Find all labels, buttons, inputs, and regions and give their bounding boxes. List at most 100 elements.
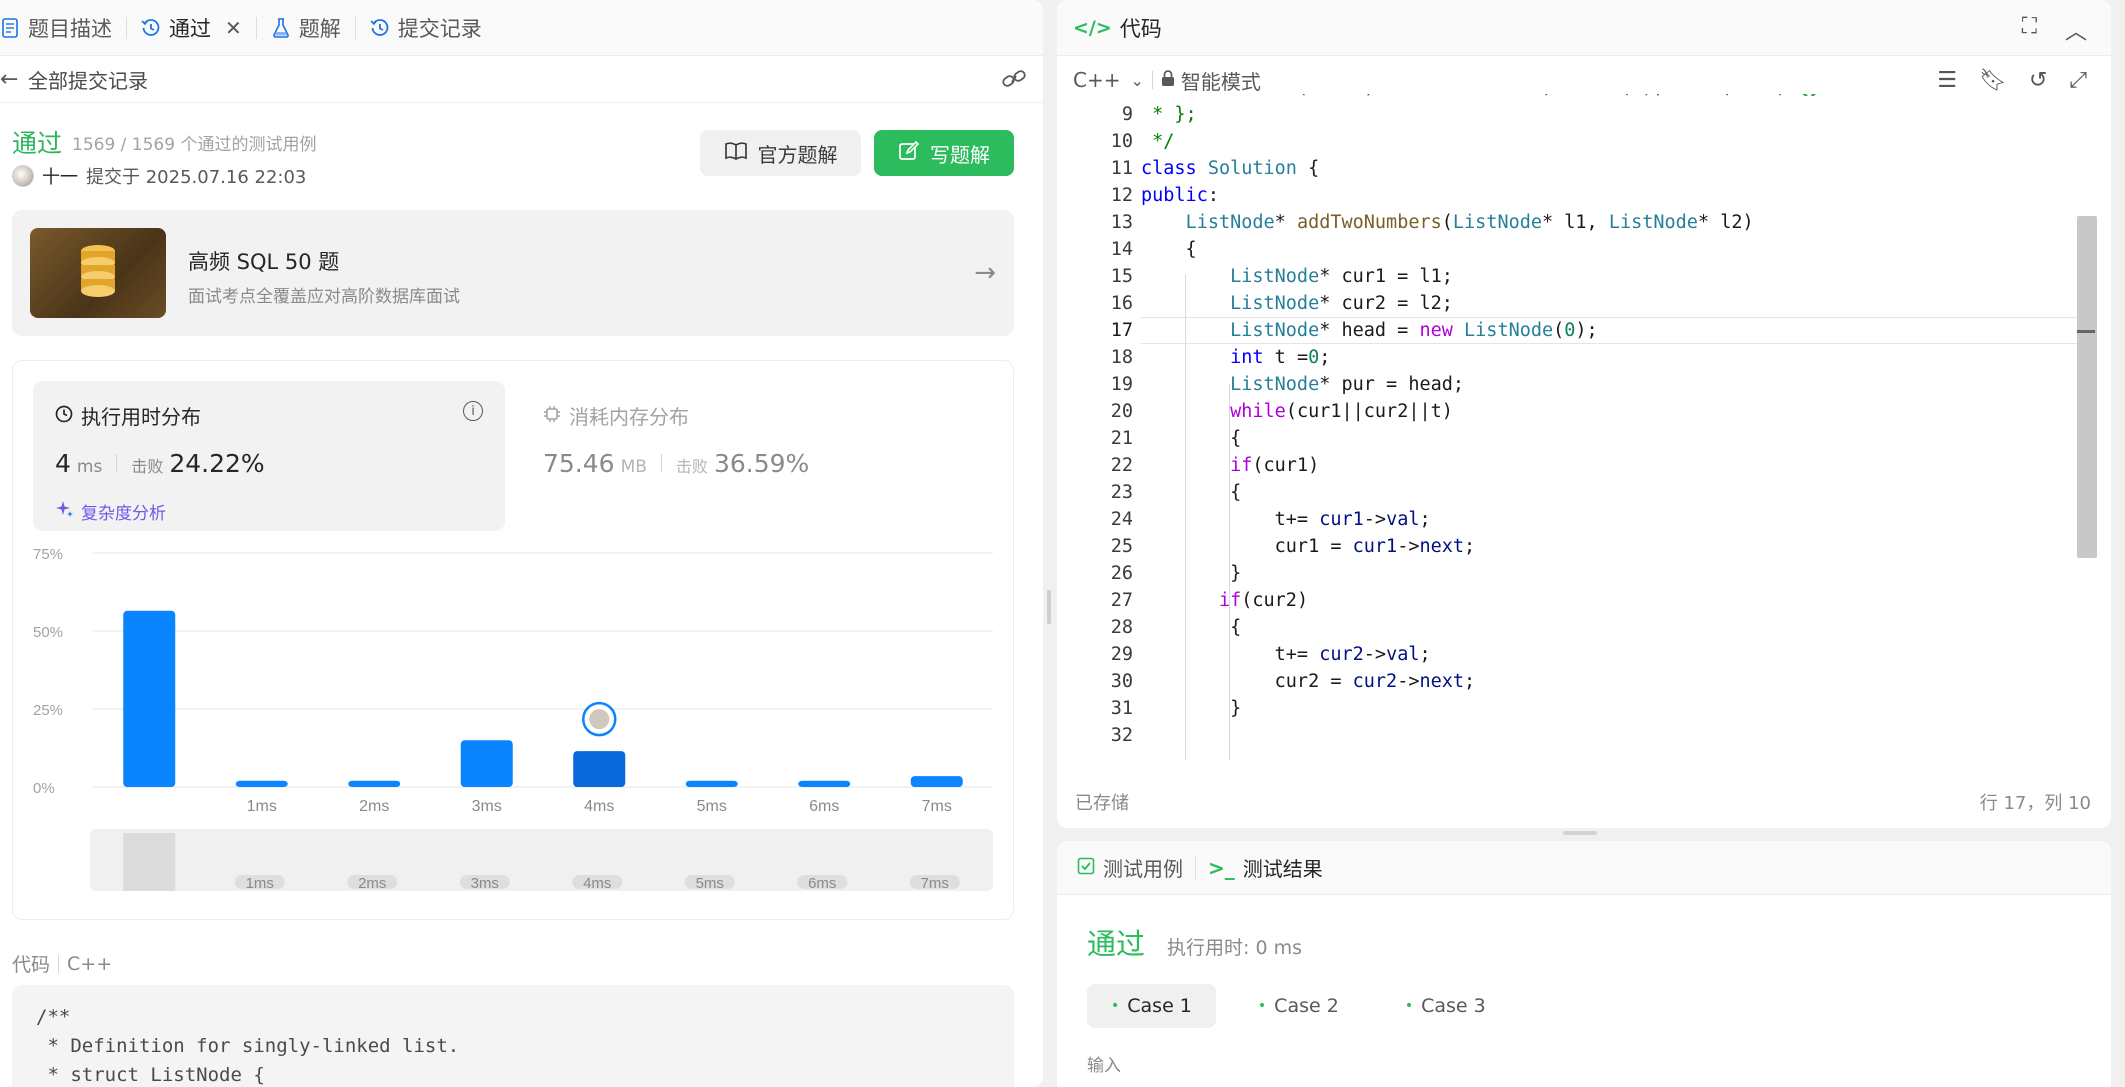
database-icon	[81, 245, 115, 297]
bar	[123, 610, 176, 787]
tab-accepted[interactable]: 通过 ✕	[141, 0, 242, 56]
study-plan-card[interactable]: 高频 SQL 50 题 面试考点全覆盖应对高阶数据库面试 →	[12, 210, 1014, 336]
tab-testcases[interactable]: 测试用例	[1077, 853, 1183, 882]
close-icon[interactable]: ✕	[225, 16, 242, 40]
database-image	[30, 228, 166, 318]
vertical-resize-handle[interactable]	[1563, 831, 1597, 835]
code-section-header: 代码 C++	[12, 950, 112, 977]
runtime-title: 执行用时分布	[81, 405, 201, 429]
memory-values: 75.46 MB 击败 36.59%	[543, 449, 809, 478]
code-line[interactable]: 20 while(cur1||cur2||t)	[1057, 398, 2087, 425]
code-line[interactable]: 29 t+= cur2->val;	[1057, 641, 2087, 668]
line-number: 21	[1110, 428, 1133, 449]
official-solution-button[interactable]: 官方题解	[700, 130, 861, 176]
line-text: class Solution {	[1141, 158, 1320, 179]
cursor-position: 行 17，列 10	[1979, 793, 2091, 814]
line-text: }	[1141, 698, 1242, 719]
line-number: 30	[1110, 671, 1133, 692]
code-line[interactable]: 32	[1057, 722, 2087, 749]
reset-icon[interactable]: ↺	[2029, 68, 2047, 93]
panel-resize-handle[interactable]	[1047, 590, 1051, 624]
code-line[interactable]: 18 int t =0;	[1057, 344, 2087, 371]
bookmark-icon[interactable]: 🔖︎	[1979, 68, 2007, 93]
info-icon[interactable]: i	[463, 401, 483, 421]
collapse-icon[interactable]: ︿	[2065, 14, 2087, 46]
avatar[interactable]	[12, 165, 34, 187]
language-select[interactable]: C++ ⌄	[1073, 68, 1144, 92]
code-line[interactable]: 17 ListNode* head = new ListNode(0);	[1057, 317, 2089, 344]
code-area[interactable]: 8 ListNode(int x, ListNode *next) : val(…	[1057, 94, 2111, 760]
tab-divider	[126, 16, 127, 39]
code-line[interactable]: 19 ListNode* pur = head;	[1057, 371, 2087, 398]
complexity-analysis-link[interactable]: 复杂度分析	[55, 499, 166, 524]
scrollbar-cursor-marker	[2077, 330, 2095, 333]
test-status: 通过	[1087, 927, 1146, 961]
tab-test-result-label: 测试结果	[1242, 857, 1323, 881]
tab-description-label: 题目描述	[28, 16, 112, 41]
case-tab-1[interactable]: • Case 1	[1087, 984, 1216, 1028]
avatar-icon	[589, 709, 610, 730]
runtime-distribution-chart[interactable]: 0% 25% 50% 75% 1ms 2ms 3ms 4ms 5ms 6ms 7ms 1ms 2ms 3m…	[33, 541, 1003, 911]
history-icon	[370, 18, 390, 38]
fullscreen-icon[interactable]: ⛶	[2022, 14, 2037, 46]
case-tab-2[interactable]: • Case 2	[1234, 984, 1363, 1028]
code-line[interactable]: 13 ListNode* addTwoNumbers(ListNode* l1,…	[1057, 209, 2087, 236]
code-line[interactable]: 27 if(cur2)	[1057, 587, 2087, 614]
case-label: Case 2	[1274, 995, 1339, 1017]
bar	[348, 780, 401, 787]
code-line[interactable]: 25 cur1 = cur1->next;	[1057, 533, 2087, 560]
runtime-card[interactable]: 执行用时分布 i 4 ms 击败 24.22% 复杂度分析	[33, 381, 505, 531]
code-line[interactable]: 30 cur2 = cur2->next;	[1057, 668, 2087, 695]
submitted-code[interactable]: /** * Definition for singly-linked list.…	[12, 985, 1014, 1087]
arrow-right-icon: →	[974, 258, 996, 288]
write-solution-button[interactable]: 写题解	[874, 130, 1014, 176]
code-line[interactable]: 21 {	[1057, 425, 2087, 452]
tab-submissions[interactable]: 提交记录	[370, 0, 482, 56]
line-number: 14	[1110, 239, 1133, 260]
code-line[interactable]: 22 if(cur1)	[1057, 452, 2087, 479]
indent-guide	[1185, 274, 1186, 760]
tab-solutions[interactable]: 题解	[271, 0, 341, 56]
code-line[interactable]: 10 */	[1057, 128, 2087, 155]
x-tick-label: 2ms	[359, 798, 389, 815]
tab-description[interactable]: 题目描述	[0, 0, 112, 56]
code-line[interactable]: 28 {	[1057, 614, 2087, 641]
code-line[interactable]: 11 class Solution {	[1057, 155, 2087, 182]
saved-status: 已存储	[1075, 793, 1129, 814]
tab-test-result[interactable]: >_ 测试结果	[1208, 853, 1323, 882]
document-icon	[0, 17, 20, 38]
author-name[interactable]: 十一	[42, 163, 78, 189]
format-icon[interactable]: ☰	[1937, 68, 1957, 93]
mode-toggle[interactable]: 智能模式	[1161, 66, 1261, 95]
code-line[interactable]: 16 ListNode* cur2 = l2;	[1057, 290, 2087, 317]
line-number: 19	[1110, 374, 1133, 395]
code-line[interactable]: 9 * };	[1057, 101, 2087, 128]
test-panel-header: 测试用例 >_ 测试结果	[1057, 841, 2111, 895]
code-line[interactable]: 26 }	[1057, 560, 2087, 587]
history-icon	[141, 18, 161, 38]
code-line[interactable]: 14 {	[1057, 236, 2087, 263]
all-submissions-link[interactable]: 全部提交记录	[28, 65, 148, 94]
line-number: 9	[1121, 104, 1133, 125]
code-line[interactable]: 8 ListNode(int x, ListNode *next) : val(…	[1057, 94, 2087, 101]
code-line[interactable]: 24 t+= cur1->val;	[1057, 506, 2087, 533]
line-text: if(cur2)	[1218, 590, 1309, 611]
expand-icon[interactable]: ⤢	[2069, 68, 2087, 93]
range-tick-label: 7ms	[921, 875, 949, 892]
line-number: 28	[1110, 617, 1133, 638]
share-link-icon[interactable]	[1001, 68, 1027, 95]
y-tick-label: 75%	[33, 546, 63, 563]
scrollbar-thumb[interactable]	[2077, 216, 2097, 558]
case-tab-3[interactable]: • Case 3	[1381, 984, 1510, 1028]
memory-header[interactable]: 消耗内存分布	[543, 401, 689, 430]
code-line[interactable]: 23 {	[1057, 479, 2087, 506]
back-arrow-icon[interactable]: ←	[0, 67, 20, 92]
line-number: 32	[1110, 725, 1133, 746]
case-label: Case 3	[1421, 995, 1486, 1017]
code-line[interactable]: 31 }	[1057, 695, 2087, 722]
code-line[interactable]: 12 public:	[1057, 182, 2087, 209]
code-line[interactable]: 15 ListNode* cur1 = l1;	[1057, 263, 2087, 290]
editor-title: </> 代码	[1073, 13, 1162, 43]
x-tick-label: 4ms	[584, 798, 614, 815]
memory-beat-label: 击败	[675, 457, 708, 476]
